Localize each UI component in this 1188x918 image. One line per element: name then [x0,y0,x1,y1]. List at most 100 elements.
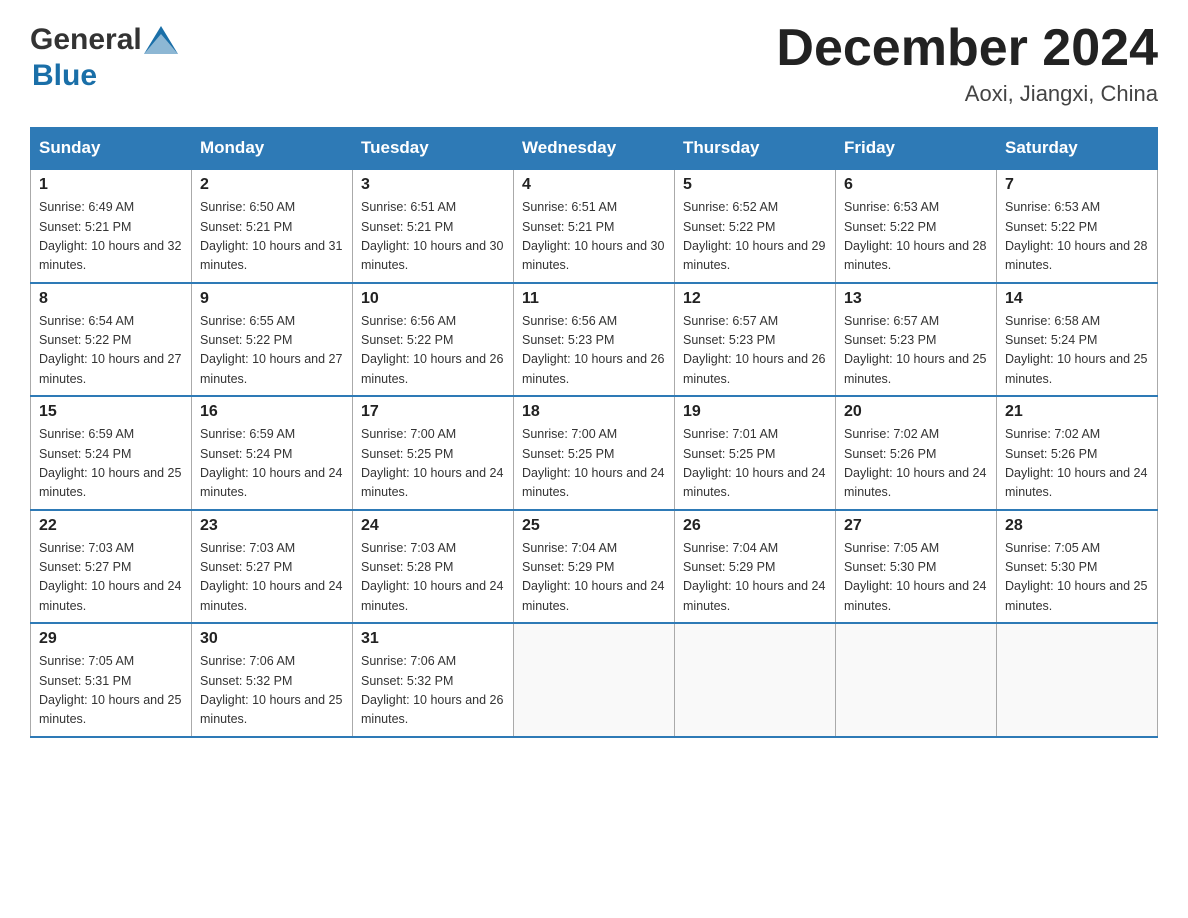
day-number: 25 [522,517,666,535]
day-number: 2 [200,176,344,194]
calendar-day-cell: 27 Sunrise: 7:05 AMSunset: 5:30 PMDayligh… [836,510,997,624]
day-info: Sunrise: 6:51 AMSunset: 5:21 PMDaylight:… [361,198,505,276]
day-number: 28 [1005,517,1149,535]
day-of-week-header: Monday [192,128,353,170]
calendar-day-cell: 23 Sunrise: 7:03 AMSunset: 5:27 PMDayligh… [192,510,353,624]
day-info: Sunrise: 7:02 AMSunset: 5:26 PMDaylight:… [844,425,988,503]
calendar-day-cell [514,623,675,737]
calendar-day-cell: 7 Sunrise: 6:53 AMSunset: 5:22 PMDaylight… [997,169,1158,283]
day-number: 31 [361,630,505,648]
calendar-day-cell: 5Sunrise: 6:52 AMSunset: 5:22 PMDaylight… [675,169,836,283]
calendar-day-cell: 1 Sunrise: 6:49 AMSunset: 5:21 PMDaylight… [31,169,192,283]
day-info: Sunrise: 7:02 AMSunset: 5:26 PMDaylight:… [1005,425,1149,503]
day-info: Sunrise: 7:03 AMSunset: 5:27 PMDaylight:… [39,539,183,617]
day-info: Sunrise: 6:50 AMSunset: 5:21 PMDaylight:… [200,198,344,276]
calendar-day-cell: 3 Sunrise: 6:51 AMSunset: 5:21 PMDaylight… [353,169,514,283]
day-number: 13 [844,290,988,308]
location: Aoxi, Jiangxi, China [776,81,1158,107]
calendar-day-cell: 24 Sunrise: 7:03 AMSunset: 5:28 PMDayligh… [353,510,514,624]
calendar-day-cell: 12Sunrise: 6:57 AMSunset: 5:23 PMDayligh… [675,283,836,397]
logo: General Blue [30,20,178,93]
calendar-table: SundayMondayTuesdayWednesdayThursdayFrid… [30,127,1158,738]
day-info: Sunrise: 7:04 AMSunset: 5:29 PMDaylight:… [522,539,666,617]
logo-blue-text: Blue [32,59,97,92]
day-info: Sunrise: 7:06 AMSunset: 5:32 PMDaylight:… [361,652,505,730]
calendar-day-cell: 8 Sunrise: 6:54 AMSunset: 5:22 PMDaylight… [31,283,192,397]
day-info: Sunrise: 6:53 AMSunset: 5:22 PMDaylight:… [844,198,988,276]
day-number: 22 [39,517,183,535]
day-number: 17 [361,403,505,421]
logo-general-text: General [30,23,142,57]
day-info: Sunrise: 6:49 AMSunset: 5:21 PMDaylight:… [39,198,183,276]
day-info: Sunrise: 6:51 AMSunset: 5:21 PMDaylight:… [522,198,666,276]
day-number: 24 [361,517,505,535]
day-info: Sunrise: 6:53 AMSunset: 5:22 PMDaylight:… [1005,198,1149,276]
logo-icon [144,26,178,59]
calendar-day-cell: 19Sunrise: 7:01 AMSunset: 5:25 PMDayligh… [675,396,836,510]
day-info: Sunrise: 6:54 AMSunset: 5:22 PMDaylight:… [39,312,183,390]
day-number: 6 [844,176,988,194]
calendar-week-row: 22 Sunrise: 7:03 AMSunset: 5:27 PMDayligh… [31,510,1158,624]
day-info: Sunrise: 7:00 AMSunset: 5:25 PMDaylight:… [522,425,666,503]
calendar-day-cell: 15 Sunrise: 6:59 AMSunset: 5:24 PMDayligh… [31,396,192,510]
page-header: General Blue December 2024 Aoxi, Jiangxi… [30,20,1158,107]
day-number: 27 [844,517,988,535]
day-info: Sunrise: 6:59 AMSunset: 5:24 PMDaylight:… [39,425,183,503]
calendar-day-cell: 25 Sunrise: 7:04 AMSunset: 5:29 PMDayligh… [514,510,675,624]
calendar-day-cell [997,623,1158,737]
day-number: 20 [844,403,988,421]
day-number: 5 [683,176,827,194]
day-info: Sunrise: 6:57 AMSunset: 5:23 PMDaylight:… [683,312,827,390]
calendar-day-cell: 10Sunrise: 6:56 AMSunset: 5:22 PMDayligh… [353,283,514,397]
calendar-day-cell [675,623,836,737]
calendar-day-cell: 9 Sunrise: 6:55 AMSunset: 5:22 PMDaylight… [192,283,353,397]
calendar-day-cell: 11Sunrise: 6:56 AMSunset: 5:23 PMDayligh… [514,283,675,397]
day-number: 7 [1005,176,1149,194]
day-info: Sunrise: 6:58 AMSunset: 5:24 PMDaylight:… [1005,312,1149,390]
calendar-day-cell: 18 Sunrise: 7:00 AMSunset: 5:25 PMDayligh… [514,396,675,510]
day-info: Sunrise: 7:01 AMSunset: 5:25 PMDaylight:… [683,425,827,503]
day-number: 11 [522,290,666,308]
calendar-day-cell: 4 Sunrise: 6:51 AMSunset: 5:21 PMDaylight… [514,169,675,283]
calendar-header-row: SundayMondayTuesdayWednesdayThursdayFrid… [31,128,1158,170]
calendar-day-cell: 22 Sunrise: 7:03 AMSunset: 5:27 PMDayligh… [31,510,192,624]
calendar-day-cell: 21Sunrise: 7:02 AMSunset: 5:26 PMDayligh… [997,396,1158,510]
day-info: Sunrise: 6:59 AMSunset: 5:24 PMDaylight:… [200,425,344,503]
calendar-week-row: 1 Sunrise: 6:49 AMSunset: 5:21 PMDaylight… [31,169,1158,283]
title-block: December 2024 Aoxi, Jiangxi, China [776,20,1158,107]
calendar-day-cell: 28 Sunrise: 7:05 AMSunset: 5:30 PMDayligh… [997,510,1158,624]
calendar-week-row: 29 Sunrise: 7:05 AMSunset: 5:31 PMDayligh… [31,623,1158,737]
day-info: Sunrise: 6:55 AMSunset: 5:22 PMDaylight:… [200,312,344,390]
calendar-day-cell: 29 Sunrise: 7:05 AMSunset: 5:31 PMDayligh… [31,623,192,737]
day-number: 23 [200,517,344,535]
day-number: 18 [522,403,666,421]
day-of-week-header: Tuesday [353,128,514,170]
calendar-day-cell: 13 Sunrise: 6:57 AMSunset: 5:23 PMDayligh… [836,283,997,397]
day-number: 15 [39,403,183,421]
day-of-week-header: Saturday [997,128,1158,170]
day-number: 29 [39,630,183,648]
day-info: Sunrise: 7:05 AMSunset: 5:30 PMDaylight:… [1005,539,1149,617]
day-number: 30 [200,630,344,648]
day-number: 16 [200,403,344,421]
calendar-day-cell: 26 Sunrise: 7:04 AMSunset: 5:29 PMDayligh… [675,510,836,624]
day-info: Sunrise: 7:03 AMSunset: 5:28 PMDaylight:… [361,539,505,617]
calendar-day-cell: 6 Sunrise: 6:53 AMSunset: 5:22 PMDaylight… [836,169,997,283]
day-number: 26 [683,517,827,535]
day-info: Sunrise: 6:57 AMSunset: 5:23 PMDaylight:… [844,312,988,390]
calendar-day-cell: 31 Sunrise: 7:06 AMSunset: 5:32 PMDayligh… [353,623,514,737]
calendar-day-cell: 17Sunrise: 7:00 AMSunset: 5:25 PMDayligh… [353,396,514,510]
day-info: Sunrise: 7:03 AMSunset: 5:27 PMDaylight:… [200,539,344,617]
day-of-week-header: Thursday [675,128,836,170]
day-info: Sunrise: 7:06 AMSunset: 5:32 PMDaylight:… [200,652,344,730]
day-number: 4 [522,176,666,194]
day-number: 9 [200,290,344,308]
calendar-week-row: 8 Sunrise: 6:54 AMSunset: 5:22 PMDaylight… [31,283,1158,397]
day-info: Sunrise: 7:05 AMSunset: 5:31 PMDaylight:… [39,652,183,730]
day-info: Sunrise: 7:04 AMSunset: 5:29 PMDaylight:… [683,539,827,617]
day-of-week-header: Wednesday [514,128,675,170]
day-number: 1 [39,176,183,194]
day-number: 3 [361,176,505,194]
day-info: Sunrise: 7:05 AMSunset: 5:30 PMDaylight:… [844,539,988,617]
day-number: 8 [39,290,183,308]
